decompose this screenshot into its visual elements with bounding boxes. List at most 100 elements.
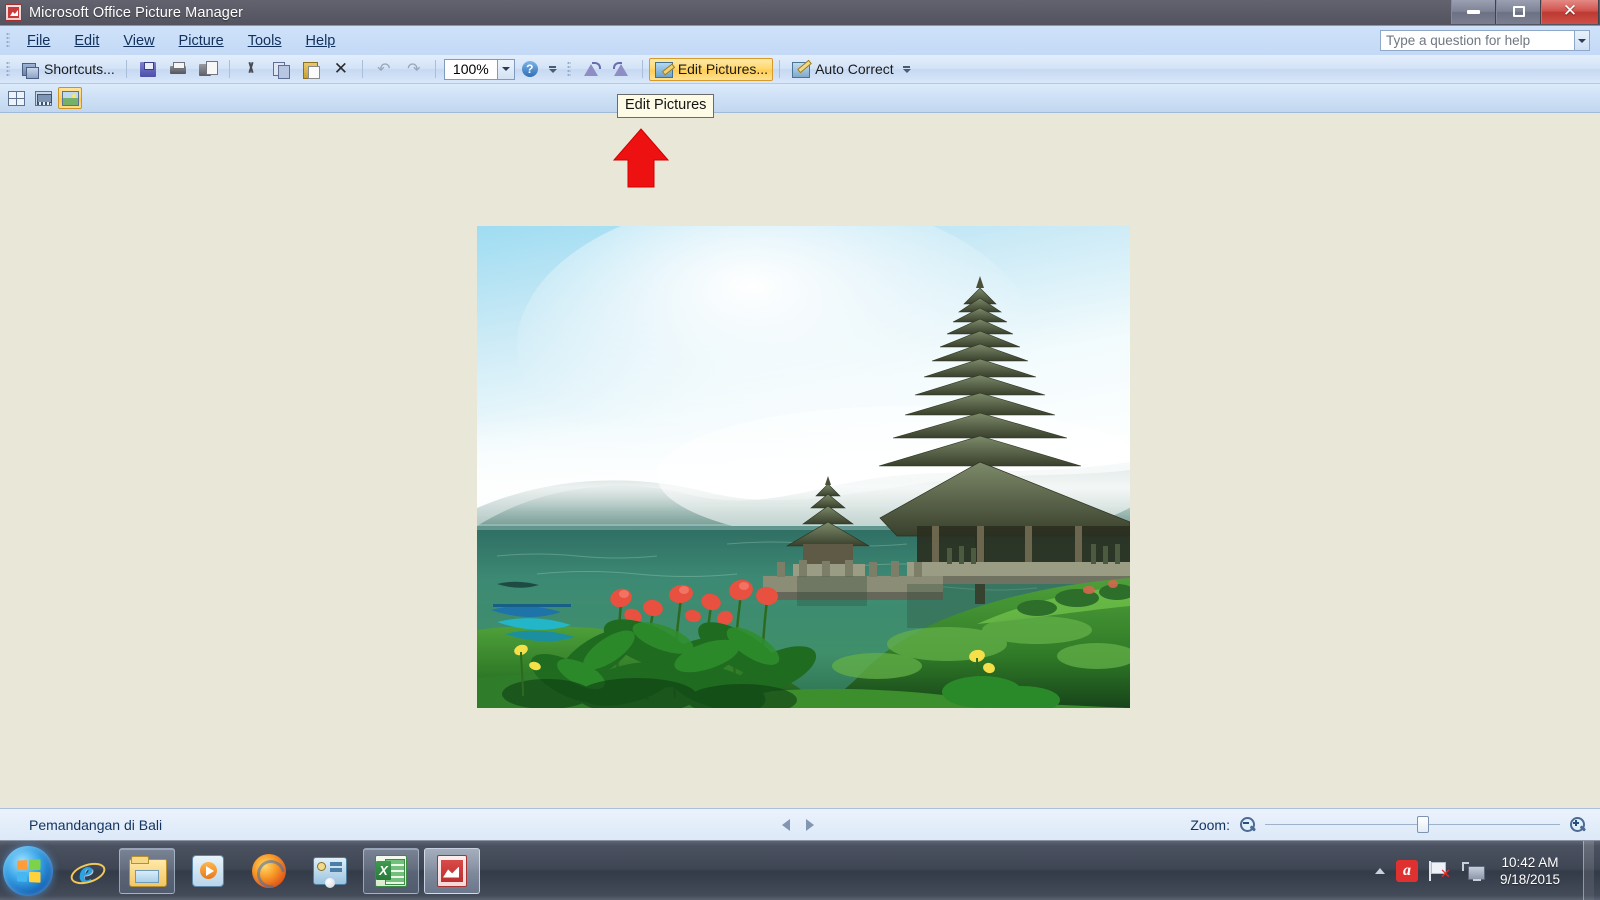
media-player-icon: [192, 854, 224, 887]
toolbar-separator: [434, 60, 436, 78]
zoom-percent-combo[interactable]: 100%: [443, 58, 515, 80]
copy-icon: [271, 60, 291, 79]
red-up-arrow-annotation: [612, 127, 670, 194]
menu-view[interactable]: View: [111, 30, 166, 52]
taskbar-item-windows-media-player[interactable]: [180, 848, 236, 894]
auto-correct-icon: [791, 60, 811, 79]
help-search-input[interactable]: Type a question for help: [1380, 30, 1575, 51]
window-title: Microsoft Office Picture Manager: [29, 4, 244, 21]
minimize-button[interactable]: [1451, 0, 1496, 24]
clock-time: 10:42 AM: [1501, 854, 1559, 870]
taskbar-item-windows-explorer[interactable]: [119, 847, 175, 894]
rotate-left-button[interactable]: [576, 58, 606, 81]
toolbar-gripper[interactable]: [6, 60, 10, 78]
toolbar-overflow-button[interactable]: [547, 58, 559, 80]
next-picture-icon[interactable]: [806, 818, 814, 831]
title-bar: Microsoft Office Picture Manager ✕: [0, 0, 1600, 26]
control-panel-icon: [313, 856, 347, 888]
paste-icon: [301, 60, 321, 79]
menu-help-label: Help: [305, 32, 336, 49]
help-question-icon: [520, 60, 540, 79]
menu-picture-label: Picture: [178, 32, 224, 49]
zoom-out-icon[interactable]: [1239, 816, 1256, 833]
avira-icon[interactable]: a: [1395, 859, 1418, 882]
taskbar-item-picture-manager[interactable]: [424, 847, 480, 894]
clock[interactable]: 10:42 AM 9/18/2015: [1496, 854, 1568, 888]
firefox-icon: [252, 853, 286, 888]
redo-button[interactable]: ↷: [399, 58, 429, 81]
toolbar-separator: [779, 60, 781, 78]
zoom-in-icon[interactable]: [1569, 816, 1586, 833]
show-hidden-icons-button[interactable]: [1374, 867, 1385, 874]
overflow-caret-icon: [902, 68, 911, 73]
thumbnail-view-button[interactable]: [4, 87, 28, 109]
rotate-right-icon: [611, 60, 631, 79]
auto-correct-button[interactable]: Auto Correct: [786, 58, 899, 81]
picture-manager-icon: [437, 854, 467, 887]
windows-taskbar: X a ✕ 10:42 AM 9/18/2015: [0, 840, 1600, 900]
toolbar-separator: [361, 60, 363, 78]
save-icon: [138, 60, 158, 79]
taskbar-item-mozilla-firefox[interactable]: [241, 848, 297, 894]
close-button[interactable]: ✕: [1541, 0, 1599, 24]
scissors-icon: [241, 60, 261, 79]
chevron-down-icon: [501, 67, 510, 71]
menu-picture[interactable]: Picture: [167, 30, 236, 52]
previous-picture-icon[interactable]: [782, 818, 790, 831]
print-preview-button[interactable]: [193, 58, 223, 81]
folder-icon: [129, 855, 167, 887]
overflow-bar-icon: [549, 65, 557, 68]
help-button[interactable]: [515, 58, 545, 81]
picture-canvas[interactable]: [477, 226, 1130, 708]
network-icon[interactable]: [1461, 861, 1485, 881]
print-button[interactable]: [163, 58, 193, 81]
menu-gripper[interactable]: [6, 32, 10, 49]
toolbar-overflow-button-2[interactable]: [901, 58, 913, 80]
menu-file[interactable]: File: [15, 30, 62, 52]
taskbar-item-microsoft-excel[interactable]: X: [363, 847, 419, 894]
show-desktop-button[interactable]: [1583, 840, 1594, 900]
menu-bar: File Edit View Picture Tools Help Type a…: [0, 26, 1600, 55]
view-toolbar: [0, 84, 1600, 113]
copy-button[interactable]: [266, 58, 296, 81]
printer-icon: [168, 60, 188, 79]
status-file-name: Pemandangan di Bali: [29, 816, 163, 833]
system-tray: a ✕ 10:42 AM 9/18/2015: [1374, 840, 1600, 900]
menu-edit[interactable]: Edit: [62, 30, 111, 52]
window-controls: ✕: [1451, 0, 1600, 26]
rotate-right-button[interactable]: [606, 58, 636, 81]
help-search-dropdown[interactable]: [1575, 30, 1590, 51]
zoom-percent-dropdown[interactable]: [497, 58, 515, 80]
menu-edit-label: Edit: [74, 32, 100, 49]
restore-button[interactable]: [1496, 0, 1541, 24]
action-center-icon[interactable]: ✕: [1428, 860, 1451, 881]
filmstrip-view-button[interactable]: [31, 87, 55, 109]
taskbar-item-internet-explorer[interactable]: [58, 848, 114, 894]
toolbar-gripper-2[interactable]: [566, 60, 571, 78]
paste-button[interactable]: [296, 58, 326, 81]
shortcuts-label: Shortcuts...: [44, 61, 115, 77]
edit-pictures-button[interactable]: Edit Pictures...: [648, 57, 774, 81]
undo-button[interactable]: ↶: [369, 58, 399, 81]
toolbar-separator: [228, 60, 230, 78]
cut-button[interactable]: [236, 58, 266, 81]
taskbar-item-control-panel[interactable]: [302, 848, 358, 894]
menu-help[interactable]: Help: [294, 30, 348, 52]
shortcuts-button[interactable]: Shortcuts...: [15, 58, 120, 81]
filmstrip-view-icon: [34, 90, 52, 106]
zoom-slider[interactable]: [1265, 816, 1560, 833]
zoom-label: Zoom:: [1190, 816, 1230, 833]
undo-arrow-icon: ↶: [377, 60, 391, 78]
edit-pictures-label: Edit Pictures...: [677, 61, 769, 77]
delete-button[interactable]: ✕: [326, 58, 356, 81]
thumbnail-view-icon: [7, 90, 25, 106]
single-picture-view-button[interactable]: [58, 87, 82, 109]
zoom-percent-value[interactable]: 100%: [443, 58, 498, 80]
save-button[interactable]: [133, 58, 163, 81]
excel-icon: X: [375, 854, 407, 887]
zoom-slider-handle[interactable]: [1417, 816, 1429, 833]
chevron-down-icon: [1578, 38, 1586, 43]
menu-tools[interactable]: Tools: [236, 30, 294, 52]
start-button[interactable]: [3, 845, 53, 896]
overflow-caret-icon: [548, 68, 557, 73]
